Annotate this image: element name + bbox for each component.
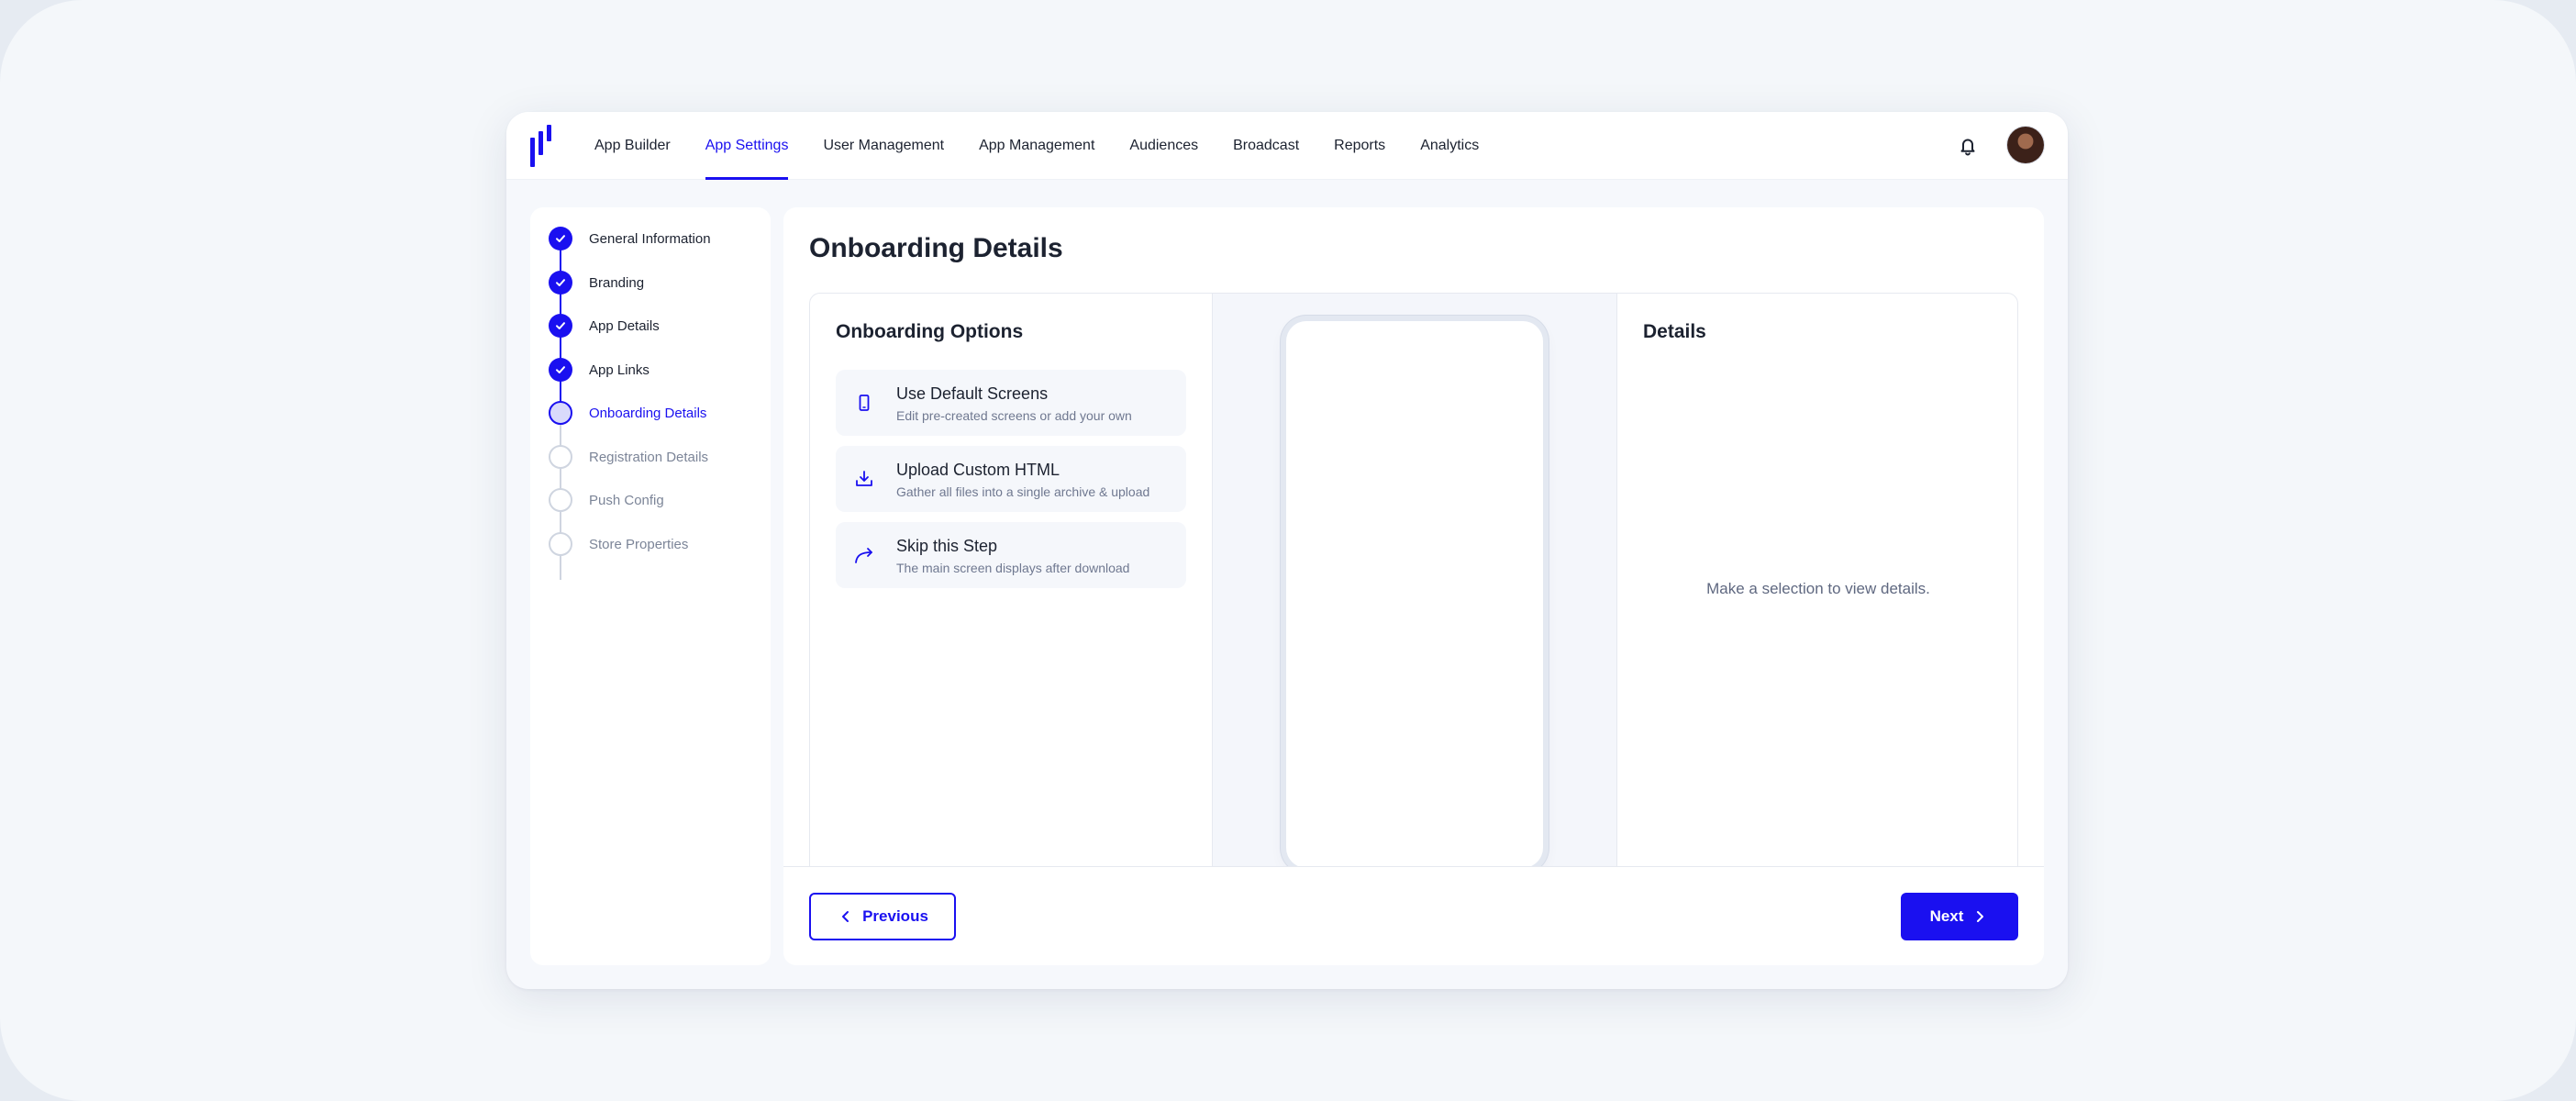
- page-title: Onboarding Details: [809, 233, 1063, 263]
- step-label: Store Properties: [589, 536, 689, 552]
- step-label: App Details: [589, 317, 660, 334]
- step-branding[interactable]: Branding: [549, 271, 644, 295]
- check-icon: [549, 314, 572, 338]
- check-icon: [549, 358, 572, 382]
- step-label: Onboarding Details: [589, 405, 707, 421]
- next-button[interactable]: Next: [1901, 893, 2018, 940]
- current-step-icon: [549, 401, 572, 425]
- step-store-properties[interactable]: Store Properties: [549, 532, 688, 556]
- onboarding-options-column: Onboarding Options Use Default Screens E…: [810, 294, 1212, 916]
- step-label: General Information: [589, 230, 711, 247]
- step-app-details[interactable]: App Details: [549, 314, 660, 338]
- step-push-config[interactable]: Push Config: [549, 488, 664, 512]
- option-description: Edit pre-created screens or add your own: [896, 408, 1132, 423]
- option-upload-custom-html[interactable]: Upload Custom HTML Gather all files into…: [836, 446, 1186, 512]
- next-button-label: Next: [1929, 907, 1964, 925]
- step-onboarding-details[interactable]: Onboarding Details: [549, 401, 706, 425]
- step-app-links[interactable]: App Links: [549, 358, 650, 382]
- pending-step-icon: [549, 488, 572, 512]
- nav-item-audiences[interactable]: Audiences: [1129, 112, 1198, 180]
- bell-icon[interactable]: [1956, 134, 1980, 158]
- brand-logo[interactable]: [530, 125, 556, 167]
- phone-preview-column: [1212, 294, 1617, 916]
- nav-item-app-settings[interactable]: App Settings: [705, 112, 788, 180]
- download-icon: [852, 467, 876, 491]
- nav-item-reports[interactable]: Reports: [1334, 112, 1385, 180]
- chevron-left-icon: [842, 911, 849, 922]
- details-empty-message: Make a selection to view details.: [1706, 580, 1930, 597]
- nav-menu: App Builder App Settings User Management…: [594, 112, 1514, 180]
- top-navigation: App Builder App Settings User Management…: [506, 112, 2068, 180]
- nav-item-broadcast[interactable]: Broadcast: [1233, 112, 1299, 180]
- step-label: Branding: [589, 274, 645, 291]
- previous-button[interactable]: Previous: [809, 893, 956, 940]
- details-heading: Details: [1643, 321, 1706, 342]
- chevron-right-icon: [1977, 911, 1984, 922]
- check-icon: [549, 271, 572, 295]
- option-title: Use Default Screens: [896, 384, 1049, 403]
- step-label: Push Config: [589, 492, 664, 508]
- main-panel: Onboarding Details Onboarding Options Us…: [783, 207, 2044, 965]
- pending-step-icon: [549, 445, 572, 469]
- wizard-footer: Previous Next: [783, 866, 2044, 965]
- skip-arrow-icon: [852, 543, 876, 567]
- check-icon: [549, 227, 572, 250]
- step-label: App Links: [589, 361, 650, 378]
- previous-button-label: Previous: [862, 907, 928, 925]
- nav-item-user-management[interactable]: User Management: [823, 112, 944, 180]
- options-heading: Onboarding Options: [836, 321, 1024, 342]
- step-general-information[interactable]: General Information: [549, 227, 711, 250]
- onboarding-content: Onboarding Options Use Default Screens E…: [809, 293, 2018, 917]
- option-title: Skip this Step: [896, 537, 998, 555]
- step-label: Registration Details: [589, 449, 709, 465]
- option-description: Gather all files into a single archive &…: [896, 484, 1150, 499]
- phone-preview: [1286, 321, 1543, 868]
- settings-stepper: General Information Branding App Details…: [530, 207, 771, 965]
- option-skip-this-step[interactable]: Skip this Step The main screen displays …: [836, 522, 1186, 588]
- phone-icon: [852, 391, 876, 415]
- details-column: Details Make a selection to view details…: [1617, 294, 2017, 916]
- nav-item-app-management[interactable]: App Management: [979, 112, 1094, 180]
- nav-item-app-builder[interactable]: App Builder: [594, 112, 671, 180]
- step-registration-details[interactable]: Registration Details: [549, 445, 708, 469]
- option-title: Upload Custom HTML: [896, 461, 1060, 479]
- option-description: The main screen displays after download: [896, 561, 1130, 575]
- app-window: App Builder App Settings User Management…: [506, 112, 2068, 989]
- user-avatar[interactable]: [2007, 127, 2044, 163]
- option-use-default-screens[interactable]: Use Default Screens Edit pre-created scr…: [836, 370, 1186, 436]
- pending-step-icon: [549, 532, 572, 556]
- nav-item-analytics[interactable]: Analytics: [1420, 112, 1479, 180]
